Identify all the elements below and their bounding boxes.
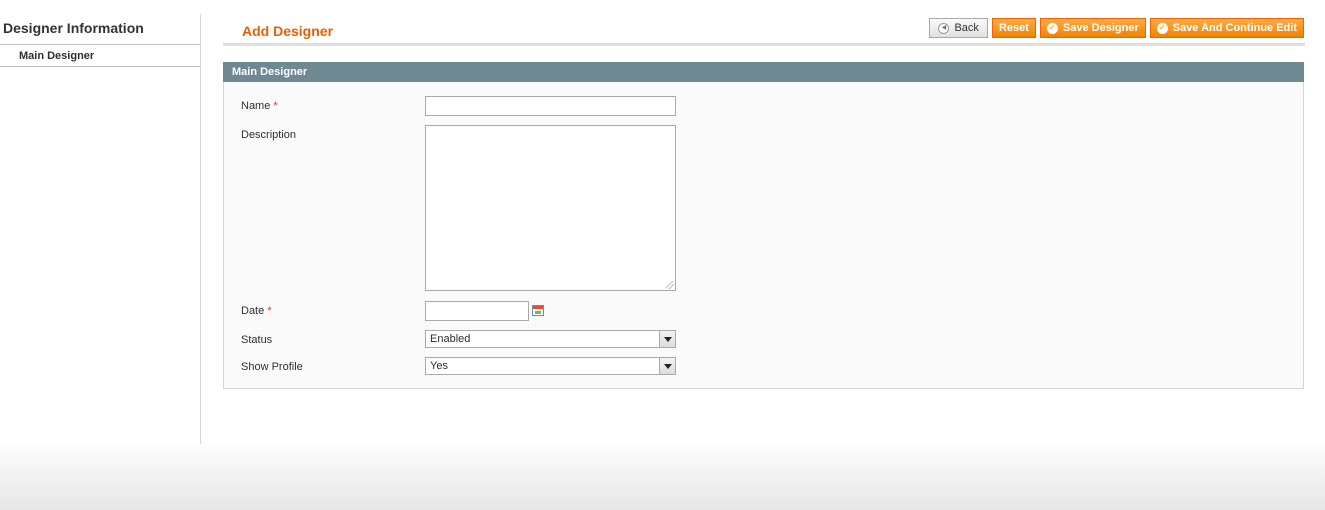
save-designer-button-label: Save Designer	[1062, 22, 1139, 34]
status-label: Status	[241, 334, 273, 346]
save-and-continue-button-label: Save And Continue Edit	[1172, 22, 1297, 34]
sidebar-title: Designer Information	[0, 14, 200, 45]
required-mark: *	[267, 305, 272, 317]
chevron-down-icon	[659, 331, 675, 347]
description-label: Description	[241, 129, 297, 141]
calendar-icon[interactable]	[532, 305, 544, 316]
show-profile-select[interactable]: Yes	[425, 357, 676, 375]
date-input[interactable]	[425, 301, 529, 321]
checkmark-icon: ✓	[1156, 22, 1168, 34]
fieldset-body	[223, 82, 1304, 389]
status-select[interactable]: Enabled	[425, 330, 676, 348]
resize-handle-icon[interactable]	[664, 279, 674, 289]
reset-button[interactable]: Reset	[991, 18, 1036, 38]
sidebar-item-main-designer[interactable]: Main Designer	[0, 45, 200, 67]
reset-button-label: Reset	[998, 22, 1029, 34]
page-footer-gradient	[0, 440, 1325, 510]
show-profile-label: Show Profile	[241, 361, 303, 373]
sidebar: Designer Information Main Designer	[0, 14, 201, 444]
date-label: Date *	[241, 305, 272, 317]
content-header: Add Designer ◀ Back Reset ✓ Save Designe…	[223, 15, 1305, 46]
checkmark-icon: ✓	[1046, 22, 1058, 34]
required-mark: *	[273, 100, 278, 112]
button-bar: ◀ Back Reset ✓ Save Designer ✓ Save And …	[929, 18, 1304, 38]
save-designer-button[interactable]: ✓ Save Designer	[1039, 18, 1146, 38]
name-input[interactable]	[425, 96, 676, 116]
fieldset-header: Main Designer	[223, 62, 1304, 82]
back-button-label: Back	[954, 22, 979, 34]
name-label: Name *	[241, 100, 278, 112]
description-textarea[interactable]	[425, 125, 676, 291]
show-profile-selected-value: Yes	[430, 360, 448, 372]
page-title: Add Designer	[242, 23, 334, 39]
save-and-continue-button[interactable]: ✓ Save And Continue Edit	[1149, 18, 1304, 38]
back-button[interactable]: ◀ Back	[929, 18, 988, 38]
back-arrow-icon: ◀	[938, 22, 950, 34]
status-selected-value: Enabled	[430, 333, 471, 345]
chevron-down-icon	[659, 358, 675, 374]
